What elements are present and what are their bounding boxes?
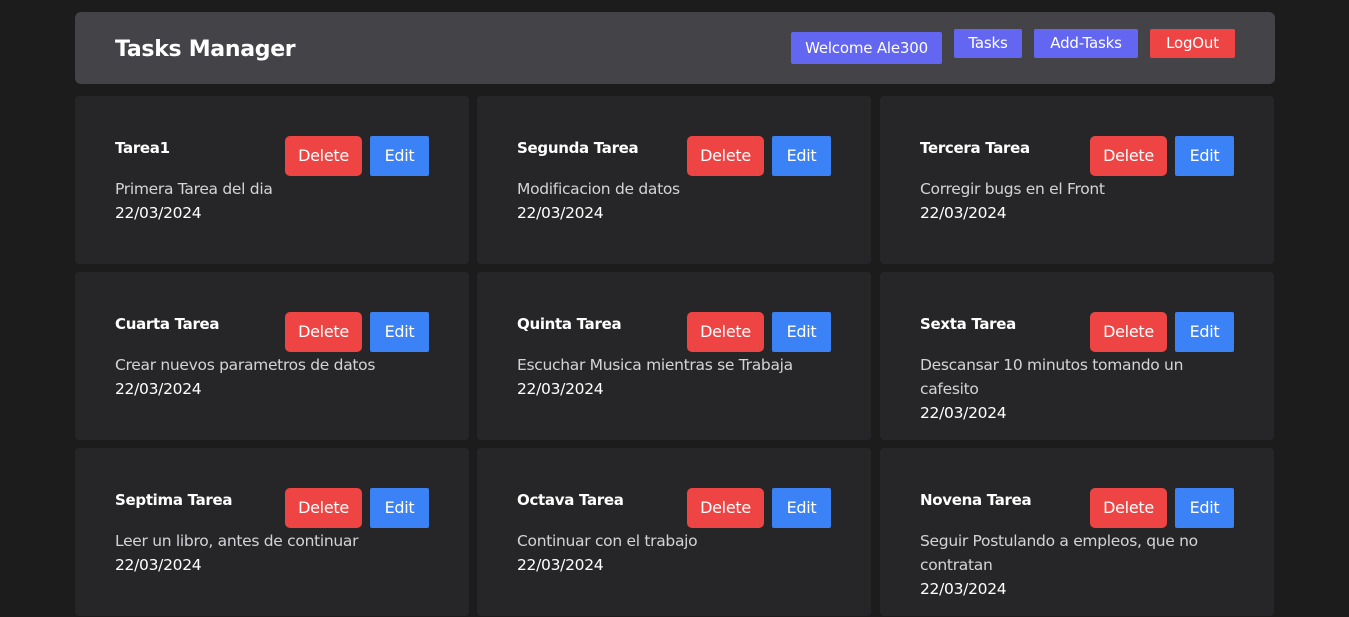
task-body: Seguir Postulando a empleos, que no cont… — [920, 529, 1220, 601]
task-card: Tercera Tarea Delete Edit Corregir bugs … — [880, 96, 1274, 264]
tasks-nav-button[interactable]: Tasks — [954, 29, 1022, 58]
task-title: Tercera Tarea — [920, 139, 1030, 157]
logout-button[interactable]: LogOut — [1150, 29, 1235, 58]
task-card: Tarea1 Delete Edit Primera Tarea del dia… — [75, 96, 469, 264]
task-body: Crear nuevos parametros de datos 22/03/2… — [115, 353, 435, 401]
task-title: Octava Tarea — [517, 491, 624, 509]
task-description: Leer un libro, antes de continuar — [115, 532, 359, 550]
task-body: Descansar 10 minutos tomando un cafesito… — [920, 353, 1240, 425]
edit-task-button[interactable]: Edit — [772, 136, 831, 176]
edit-task-button[interactable]: Edit — [1175, 312, 1234, 352]
task-body: Continuar con el trabajo 22/03/2024 — [517, 529, 837, 577]
task-card: Sexta Tarea Delete Edit Descansar 10 min… — [880, 272, 1274, 440]
task-date: 22/03/2024 — [517, 380, 604, 398]
welcome-user-button[interactable]: Welcome Ale300 — [791, 32, 942, 64]
task-description: Seguir Postulando a empleos, que no cont… — [920, 532, 1198, 574]
task-description: Crear nuevos parametros de datos — [115, 356, 376, 374]
task-title: Segunda Tarea — [517, 139, 639, 157]
task-body: Escuchar Musica mientras se Trabaja 22/0… — [517, 353, 837, 401]
task-description: Descansar 10 minutos tomando un cafesito — [920, 356, 1184, 398]
task-description: Modificacion de datos — [517, 180, 680, 198]
edit-task-button[interactable]: Edit — [370, 136, 429, 176]
delete-task-button[interactable]: Delete — [285, 488, 362, 528]
delete-task-button[interactable]: Delete — [687, 136, 764, 176]
task-title: Tarea1 — [115, 139, 170, 157]
delete-task-button[interactable]: Delete — [285, 312, 362, 352]
task-title: Novena Tarea — [920, 491, 1032, 509]
task-description: Corregir bugs en el Front — [920, 180, 1105, 198]
task-title: Cuarta Tarea — [115, 315, 220, 333]
delete-task-button[interactable]: Delete — [687, 312, 764, 352]
navbar: Tasks Manager Welcome Ale300 Tasks Add-T… — [75, 12, 1275, 84]
task-title: Sexta Tarea — [920, 315, 1016, 333]
task-body: Leer un libro, antes de continuar 22/03/… — [115, 529, 435, 577]
edit-task-button[interactable]: Edit — [772, 488, 831, 528]
task-card: Octava Tarea Delete Edit Continuar con e… — [477, 448, 871, 616]
task-body: Primera Tarea del dia 22/03/2024 — [115, 177, 435, 225]
task-date: 22/03/2024 — [115, 556, 202, 574]
delete-task-button[interactable]: Delete — [1090, 312, 1167, 352]
add-tasks-nav-button[interactable]: Add-Tasks — [1034, 29, 1138, 58]
task-card: Quinta Tarea Delete Edit Escuchar Musica… — [477, 272, 871, 440]
edit-task-button[interactable]: Edit — [370, 488, 429, 528]
task-date: 22/03/2024 — [115, 380, 202, 398]
task-title: Quinta Tarea — [517, 315, 622, 333]
task-description: Primera Tarea del dia — [115, 180, 273, 198]
task-card: Cuarta Tarea Delete Edit Crear nuevos pa… — [75, 272, 469, 440]
task-card: Septima Tarea Delete Edit Leer un libro,… — [75, 448, 469, 616]
delete-task-button[interactable]: Delete — [285, 136, 362, 176]
task-date: 22/03/2024 — [920, 404, 1007, 422]
delete-task-button[interactable]: Delete — [687, 488, 764, 528]
task-date: 22/03/2024 — [517, 556, 604, 574]
task-date: 22/03/2024 — [115, 204, 202, 222]
task-description: Continuar con el trabajo — [517, 532, 698, 550]
edit-task-button[interactable]: Edit — [772, 312, 831, 352]
task-description: Escuchar Musica mientras se Trabaja — [517, 356, 793, 374]
edit-task-button[interactable]: Edit — [370, 312, 429, 352]
task-date: 22/03/2024 — [920, 580, 1007, 598]
task-body: Modificacion de datos 22/03/2024 — [517, 177, 837, 225]
delete-task-button[interactable]: Delete — [1090, 136, 1167, 176]
task-card: Novena Tarea Delete Edit Seguir Postulan… — [880, 448, 1274, 616]
task-body: Corregir bugs en el Front 22/03/2024 — [920, 177, 1240, 225]
task-title: Septima Tarea — [115, 491, 233, 509]
app-title: Tasks Manager — [115, 37, 296, 62]
delete-task-button[interactable]: Delete — [1090, 488, 1167, 528]
task-date: 22/03/2024 — [517, 204, 604, 222]
edit-task-button[interactable]: Edit — [1175, 488, 1234, 528]
edit-task-button[interactable]: Edit — [1175, 136, 1234, 176]
task-date: 22/03/2024 — [920, 204, 1007, 222]
task-card: Segunda Tarea Delete Edit Modificacion d… — [477, 96, 871, 264]
